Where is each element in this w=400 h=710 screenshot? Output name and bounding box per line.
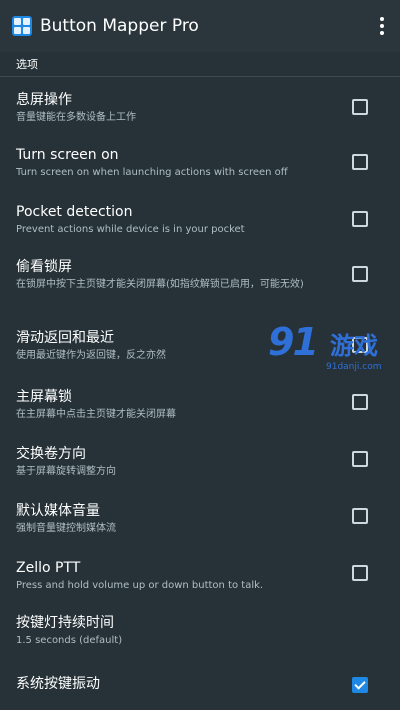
setting-summary: 在主屏幕中点击主页键才能关闭屏幕 xyxy=(16,409,176,420)
setting-summary: 在锁屏中按下主页键才能关闭屏幕(如指纹解锁已启用，可能无效) xyxy=(16,279,304,290)
app-bar: Button Mapper Pro xyxy=(0,0,400,52)
app-title: Button Mapper Pro xyxy=(40,16,199,36)
section-header: 选项 xyxy=(0,52,400,77)
overflow-menu-icon[interactable] xyxy=(372,14,392,38)
setting-summary: 强制音量键控制媒体流 xyxy=(16,523,116,534)
setting-summary: 使用最近键作为返回键，反之亦然 xyxy=(16,350,166,361)
setting-screen-off-actions[interactable]: 息屏操作 音量键能在多数设备上工作 xyxy=(0,77,400,134)
setting-summary: 1.5 seconds (default) xyxy=(16,635,123,646)
setting-title: Turn screen on xyxy=(16,147,119,163)
setting-title: 偷看锁屏 xyxy=(16,259,72,275)
setting-swap-back-recents[interactable]: 滑动返回和最近 使用最近键作为返回键，反之亦然 xyxy=(0,321,400,378)
setting-summary: Turn screen on when launching actions wi… xyxy=(16,167,288,178)
setting-checkbox-checked[interactable] xyxy=(352,677,368,693)
setting-checkbox[interactable] xyxy=(352,154,368,170)
setting-checkbox[interactable] xyxy=(352,211,368,227)
setting-checkbox[interactable] xyxy=(352,266,368,282)
setting-title: 交换卷方向 xyxy=(16,446,86,462)
setting-default-media-volume[interactable]: 默认媒体音量 强制音量键控制媒体流 xyxy=(0,492,400,549)
setting-pocket-detection[interactable]: Pocket detection Prevent actions while d… xyxy=(0,191,400,248)
setting-title: 息屏操作 xyxy=(16,92,72,108)
setting-title: 系统按键振动 xyxy=(16,676,100,692)
app-logo-icon xyxy=(12,16,32,36)
setting-checkbox[interactable] xyxy=(352,451,368,467)
setting-title: 默认媒体音量 xyxy=(16,503,100,519)
setting-summary: 音量键能在多数设备上工作 xyxy=(16,112,136,123)
setting-checkbox[interactable] xyxy=(352,508,368,524)
settings-list: 息屏操作 音量键能在多数设备上工作 Turn screen on Turn sc… xyxy=(0,77,400,709)
setting-home-screen-lock[interactable]: 主屏幕锁 在主屏幕中点击主页键才能关闭屏幕 xyxy=(0,378,400,435)
setting-swap-volume-direction[interactable]: 交换卷方向 基于屏幕旋转调整方向 xyxy=(0,435,400,492)
setting-title: 滑动返回和最近 xyxy=(16,330,114,346)
setting-title: Pocket detection xyxy=(16,204,133,220)
setting-summary: Prevent actions while device is in your … xyxy=(16,224,245,235)
setting-summary: 基于屏幕旋转调整方向 xyxy=(16,466,116,477)
setting-title: 主屏幕锁 xyxy=(16,389,72,405)
setting-summary: Press and hold volume up or down button … xyxy=(16,580,264,591)
setting-turn-screen-on[interactable]: Turn screen on Turn screen on when launc… xyxy=(0,134,400,191)
setting-title: 按键灯持续时间 xyxy=(16,615,114,631)
setting-system-key-vibration[interactable]: 系统按键振动 xyxy=(0,665,400,709)
setting-title: Zello PTT xyxy=(16,560,81,576)
setting-checkbox[interactable] xyxy=(352,565,368,581)
setting-checkbox[interactable] xyxy=(352,99,368,115)
setting-peek-lockscreen[interactable]: 偷看锁屏 在锁屏中按下主页键才能关闭屏幕(如指纹解锁已启用，可能无效) xyxy=(0,248,400,321)
setting-checkbox[interactable] xyxy=(352,394,368,410)
setting-key-light-duration[interactable]: 按键灯持续时间 1.5 seconds (default) xyxy=(0,606,400,665)
setting-zello-ptt[interactable]: Zello PTT Press and hold volume up or do… xyxy=(0,549,400,606)
setting-checkbox[interactable] xyxy=(352,337,368,353)
